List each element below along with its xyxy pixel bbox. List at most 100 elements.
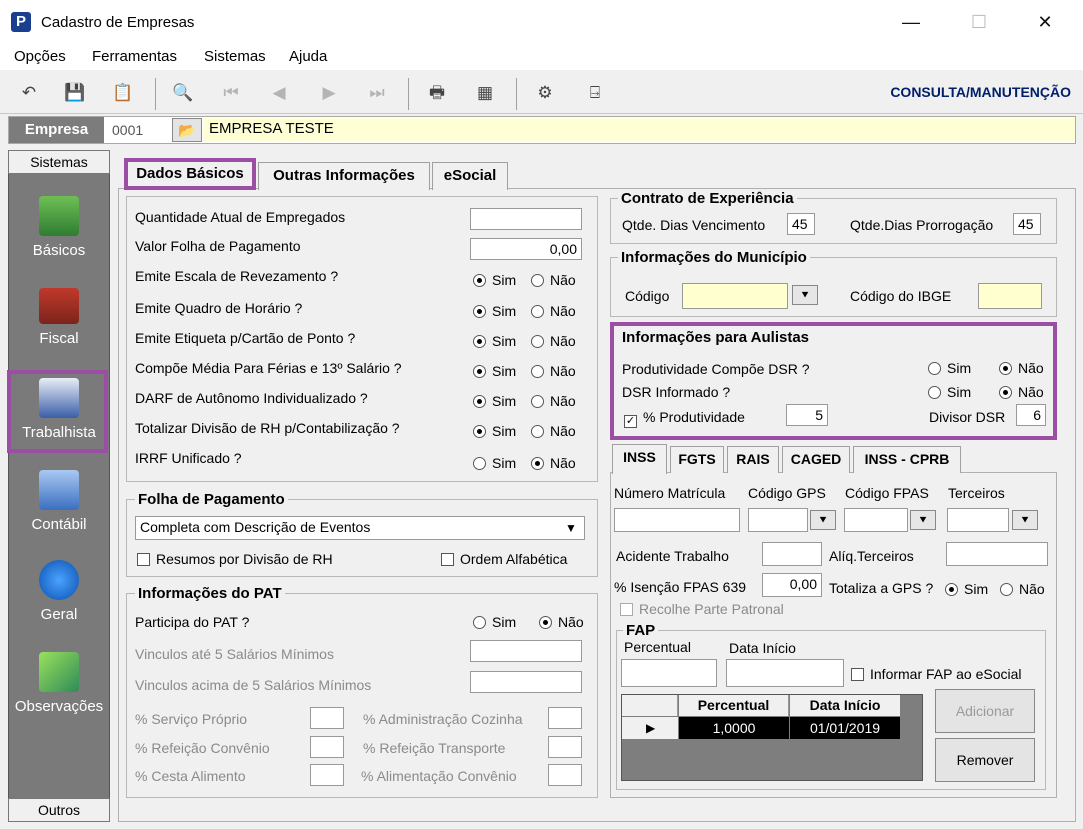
vinculos-acima-5-input[interactable] xyxy=(470,671,582,693)
sidebar-item-basicos[interactable]: Básicos xyxy=(8,196,110,259)
menu-sistemas[interactable]: Sistemas xyxy=(204,48,266,65)
sidebar-footer-outros[interactable]: Outros xyxy=(8,798,110,822)
radio-prod-sim[interactable]: Sim xyxy=(928,360,971,376)
radio-irrf-nao[interactable]: Não xyxy=(531,455,576,471)
isencao-fpas-input[interactable]: 0,00 xyxy=(762,573,822,597)
radio-dsr-nao[interactable]: Não xyxy=(999,384,1044,400)
preview-icon[interactable]: 🔍 xyxy=(170,80,196,106)
refeicao-transporte-input[interactable] xyxy=(548,736,582,758)
tab-inss-cprb[interactable]: INSS - CPRB xyxy=(853,446,961,473)
refeicao-convenio-input[interactable] xyxy=(310,736,344,758)
aliq-terceiros-input[interactable] xyxy=(946,542,1048,566)
first-record-icon[interactable]: ⏮ xyxy=(218,80,244,106)
radio-escala-nao[interactable]: Não xyxy=(531,272,576,288)
terceiros-dropdown-icon[interactable]: ⯆ xyxy=(1012,510,1038,530)
sidebar-item-fiscal[interactable]: Fiscal xyxy=(8,288,110,347)
save-icon[interactable]: 💾 xyxy=(62,80,88,106)
calculator-icon[interactable]: ▦ xyxy=(472,80,498,106)
radio-quadro-sim[interactable]: Sim xyxy=(473,303,516,319)
ordem-alfabetica-checkbox[interactable]: Ordem Alfabética xyxy=(441,551,567,567)
radio-dsr-sim[interactable]: Sim xyxy=(928,384,971,400)
codigo-fpas-input[interactable] xyxy=(844,508,908,532)
tab-fgts[interactable]: FGTS xyxy=(670,446,724,473)
resumos-divisao-checkbox[interactable]: Resumos por Divisão de RH xyxy=(137,551,333,567)
codigo-gps-input[interactable] xyxy=(748,508,808,532)
terceiros-input[interactable] xyxy=(947,508,1009,532)
radio-irrf-sim[interactable]: Sim xyxy=(473,455,516,471)
vinculos-ate-5-input[interactable] xyxy=(470,640,582,662)
folha-tipo-select[interactable]: Completa com Descrição de Eventos xyxy=(135,516,585,540)
next-record-icon[interactable]: ▶ xyxy=(316,80,342,106)
administracao-cozinha-input[interactable] xyxy=(548,707,582,729)
codigo-municipio-input[interactable] xyxy=(682,283,788,309)
radio-darf-nao[interactable]: Não xyxy=(531,393,576,409)
radio-pat-sim[interactable]: Sim xyxy=(473,614,516,630)
tab-inss[interactable]: INSS xyxy=(612,444,667,474)
tab-caged[interactable]: CAGED xyxy=(782,446,850,473)
adicionar-button[interactable]: Adicionar xyxy=(935,689,1035,733)
close-button[interactable]: ✕ xyxy=(1022,6,1068,38)
recolhe-patronal-checkbox[interactable]: Recolhe Parte Patronal xyxy=(620,601,784,617)
radio-totalizar-sim[interactable]: Sim xyxy=(473,423,516,439)
fpas-dropdown-icon[interactable]: ⯆ xyxy=(910,510,936,530)
fap-grid-header-data[interactable]: Data Início xyxy=(790,695,900,716)
fap-grid-header-percentual[interactable]: Percentual xyxy=(679,695,789,716)
tools-icon[interactable]: ⚙ xyxy=(532,80,558,106)
servico-proprio-input[interactable] xyxy=(310,707,344,729)
acidente-trabalho-input[interactable] xyxy=(762,542,822,566)
empresa-code-input[interactable]: 0001 xyxy=(110,119,168,141)
menu-ferramentas[interactable]: Ferramentas xyxy=(92,48,177,65)
menu-ajuda[interactable]: Ajuda xyxy=(289,48,327,65)
dias-prorrogacao-input[interactable]: 45 xyxy=(1013,213,1041,235)
radio-darf-sim[interactable]: Sim xyxy=(473,393,516,409)
radio-pat-nao[interactable]: Não xyxy=(539,614,584,630)
exit-icon[interactable]: ⍈ xyxy=(582,80,608,106)
radio-quadro-nao[interactable]: Não xyxy=(531,303,576,319)
numero-matricula-input[interactable] xyxy=(614,508,740,532)
quantidade-empregados-input[interactable] xyxy=(470,208,582,230)
radio-escala-sim[interactable]: Sim xyxy=(473,272,516,288)
fap-row-percentual[interactable]: 1,0000 xyxy=(679,717,789,739)
empresa-name-input[interactable]: EMPRESA TESTE xyxy=(203,118,1075,142)
radio-prod-nao[interactable]: Não xyxy=(999,360,1044,376)
produtividade-checkbox[interactable]: ✓% Produtividade xyxy=(624,409,745,428)
print-icon[interactable]: 🖶 xyxy=(424,80,450,106)
tab-rais[interactable]: RAIS xyxy=(727,446,779,473)
remover-button[interactable]: Remover xyxy=(935,738,1035,782)
last-record-icon[interactable]: ⏭ xyxy=(364,80,390,106)
maximize-button[interactable]: ☐ xyxy=(956,6,1002,38)
sidebar-item-geral[interactable]: Geral xyxy=(8,560,110,623)
produtividade-input[interactable]: 5 xyxy=(786,404,828,426)
informar-fap-checkbox[interactable]: Informar FAP ao eSocial xyxy=(851,666,1021,682)
previous-record-icon[interactable]: ◀ xyxy=(266,80,292,106)
undo-icon[interactable]: ↶ xyxy=(16,80,42,106)
radio-media-sim[interactable]: Sim xyxy=(473,363,516,379)
divisor-dsr-input[interactable]: 6 xyxy=(1016,404,1046,426)
tab-outras-informacoes[interactable]: Outras Informações xyxy=(258,162,430,190)
radio-media-nao[interactable]: Não xyxy=(531,363,576,379)
radio-etiqueta-nao[interactable]: Não xyxy=(531,333,576,349)
municipio-dropdown-icon[interactable]: ⯆ xyxy=(792,285,818,305)
tab-dados-basicos[interactable]: Dados Básicos xyxy=(124,158,256,190)
chevron-down-icon[interactable]: ▼ xyxy=(561,519,581,537)
fap-data-inicio-input[interactable] xyxy=(726,659,844,687)
report-icon[interactable]: 📋 xyxy=(110,80,136,106)
sidebar-item-observacoes[interactable]: Observações xyxy=(8,652,110,715)
sidebar-header-sistemas[interactable]: Sistemas xyxy=(8,150,110,174)
alimentacao-convenio-input[interactable] xyxy=(548,764,582,786)
fap-row-data[interactable]: 01/01/2019 xyxy=(790,717,900,739)
sidebar-item-contabil[interactable]: Contábil xyxy=(8,470,110,533)
dias-vencimento-input[interactable]: 45 xyxy=(787,213,815,235)
open-folder-icon[interactable]: 📂 xyxy=(172,118,202,142)
minimize-button[interactable]: — xyxy=(888,6,934,38)
radio-etiqueta-sim[interactable]: Sim xyxy=(473,333,516,349)
valor-folha-input[interactable]: 0,00 xyxy=(470,238,582,260)
cesta-alimento-input[interactable] xyxy=(310,764,344,786)
fap-percentual-input[interactable] xyxy=(621,659,717,687)
radio-totaliza-sim[interactable]: Sim xyxy=(945,581,988,597)
radio-totaliza-nao[interactable]: Não xyxy=(1000,581,1045,597)
codigo-ibge-input[interactable] xyxy=(978,283,1042,309)
radio-totalizar-nao[interactable]: Não xyxy=(531,423,576,439)
tab-esocial[interactable]: eSocial xyxy=(432,162,508,190)
menu-opcoes[interactable]: Opções xyxy=(14,48,66,65)
